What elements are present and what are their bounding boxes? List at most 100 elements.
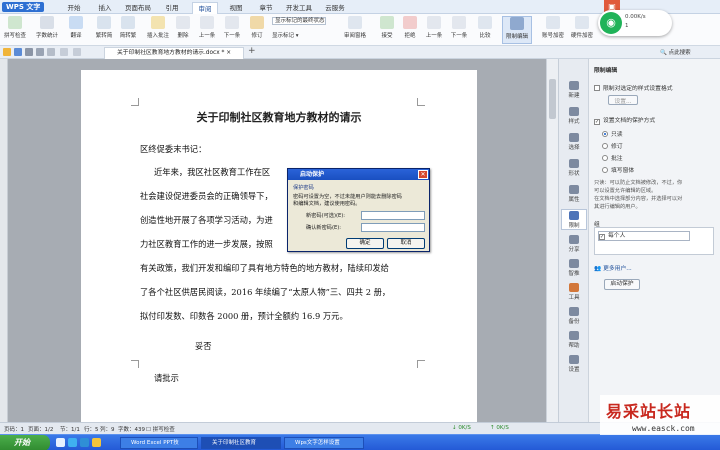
spellcheck-button[interactable]: 拼写检查 [3, 16, 27, 39]
mode-forms[interactable]: 填写窗体 [602, 165, 634, 174]
taskbar-item[interactable]: Wps文字怎样设置 [284, 437, 364, 449]
taskbar-item-active[interactable]: 关于印制社区教育 [201, 437, 281, 449]
comment-icon [151, 16, 165, 29]
mode-revisions[interactable]: 修订 [602, 141, 623, 150]
scroll-thumb[interactable] [549, 79, 556, 119]
markup-select[interactable]: 显示标记的最终状态 [272, 17, 326, 25]
checkbox[interactable] [594, 85, 600, 91]
sidebar-item-shapes[interactable]: 形状 [561, 159, 587, 177]
body-line: 力社区教育工作的进一步发展，按照 [140, 239, 273, 249]
undo-icon[interactable] [60, 48, 68, 56]
show-markup-button[interactable]: 显示标记 ▾ [272, 31, 299, 39]
translate-button[interactable]: 翻译 [66, 16, 86, 39]
tab-chapter[interactable]: 章节 [254, 2, 278, 14]
markup-select-value: 显示标记的最终状态 [272, 17, 326, 25]
format-restriction-option[interactable]: 限制对选定的样式设置格式 [594, 83, 673, 92]
sidebar-item-backup[interactable]: 备份 [561, 307, 587, 325]
tab-cloud[interactable]: 云服务 [320, 2, 350, 14]
wordcount-button[interactable]: 字数统计 [35, 16, 59, 39]
sidebar-item-select[interactable]: 选择 [561, 133, 587, 151]
sidebar-item-new[interactable]: 新建 [561, 81, 587, 99]
tab-review[interactable]: 审阅 [192, 2, 218, 14]
sidebar-item-settings[interactable]: 设置 [561, 355, 587, 373]
track-icon [250, 16, 264, 29]
start-protection-button[interactable]: 启动保护 [604, 279, 640, 290]
redo-icon[interactable] [73, 48, 81, 56]
insert-comment-button[interactable]: 插入批注 [146, 16, 170, 39]
network-speed-widget[interactable]: ◉ 0.00K/s 1 [598, 10, 672, 36]
protect-option[interactable]: ✓ 设置文档的保护方式 [594, 115, 655, 125]
restrict-editing-button[interactable]: 限制编辑 [502, 16, 532, 44]
prev-comment-button[interactable]: 上一条 [196, 16, 218, 39]
simp-to-trad-button[interactable]: 简转繁 [118, 16, 138, 39]
mode-readonly[interactable]: 只读 [602, 129, 623, 138]
checkbox-checked[interactable]: ✓ [599, 234, 605, 240]
open-folder-icon[interactable] [3, 48, 11, 56]
mode-comments[interactable]: 批注 [602, 153, 623, 162]
review-pane-button[interactable]: 审阅窗格 [341, 16, 369, 39]
start-button[interactable]: 开始 [0, 435, 50, 450]
tab-layout[interactable]: 页面布局 [122, 2, 154, 14]
account-encrypt-button[interactable]: 账号加密 [540, 16, 566, 39]
sidebar-item-styles[interactable]: 样式 [561, 107, 587, 125]
sidebar-item-smart[interactable]: 智推 [561, 259, 587, 277]
app-logo[interactable]: WPS 文字 [2, 2, 45, 12]
desktop-icon[interactable] [56, 438, 65, 447]
radio[interactable] [602, 143, 608, 149]
qq-icon[interactable] [80, 438, 89, 447]
sidebar-item-help[interactable]: 帮助 [561, 331, 587, 349]
tab-view[interactable]: 视图 [224, 2, 248, 14]
sidebar-item-restrict[interactable]: 限制 [561, 209, 587, 230]
next-comment-button[interactable]: 下一条 [221, 16, 243, 39]
browser-icon[interactable] [68, 438, 77, 447]
vertical-ruler [0, 59, 8, 422]
export-icon[interactable] [47, 48, 55, 56]
radio[interactable] [602, 155, 608, 161]
next-icon [225, 16, 239, 29]
mode-label: 修订 [611, 144, 623, 150]
spellcheck-status[interactable]: ☐ 拼写检查 [146, 425, 175, 433]
lock-icon [569, 211, 579, 220]
checkbox-checked[interactable]: ✓ [594, 119, 600, 125]
confirm-password-input[interactable] [361, 223, 425, 232]
radio-selected[interactable] [602, 131, 608, 137]
sidebar-item-properties[interactable]: 属性 [561, 185, 587, 203]
restrict-editing-label: 限制编辑 [505, 34, 528, 40]
prev-change-button[interactable]: 上一条 [423, 16, 445, 39]
preview-icon[interactable] [36, 48, 44, 56]
tab-insert[interactable]: 插入 [93, 2, 117, 14]
close-icon[interactable]: × [226, 50, 231, 56]
sidebar-item-tools[interactable]: 工具 [561, 283, 587, 301]
user-item-everyone[interactable]: ✓ 每个人 [598, 231, 690, 241]
hardware-encrypt-button[interactable]: 硬件加密 [569, 16, 595, 39]
compare-button[interactable]: 比较 [476, 16, 494, 39]
radio[interactable] [602, 167, 608, 173]
tab-developer[interactable]: 开发工具 [282, 2, 316, 14]
more-users-link[interactable]: 👥 更多用户... [594, 263, 632, 272]
sidebar-item-share[interactable]: 分享 [561, 235, 587, 253]
accept-button[interactable]: 接受 [378, 16, 396, 39]
track-changes-button[interactable]: 修订 [248, 16, 266, 39]
mode-label: 批注 [611, 156, 623, 162]
margin-corner [417, 360, 425, 368]
reject-button[interactable]: 拒绝 [401, 16, 419, 39]
trad-to-simp-button[interactable]: 繁转简 [94, 16, 114, 39]
save-icon[interactable] [14, 48, 22, 56]
search-icon[interactable]: 🔍 点此搜索 [660, 48, 691, 56]
taskbar-item[interactable]: Word Excel PPT技 [120, 437, 198, 449]
next-change-button[interactable]: 下一条 [448, 16, 470, 39]
vertical-scrollbar[interactable] [546, 59, 558, 422]
tab-home[interactable]: 开始 [62, 2, 86, 14]
new-tab-icon[interactable]: + [248, 46, 256, 56]
folder-icon[interactable] [92, 438, 101, 447]
ok-button[interactable]: 确定 [346, 238, 384, 249]
dialog-close-icon[interactable]: ✕ [418, 170, 428, 179]
delete-comment-button[interactable]: 删除 [175, 16, 191, 39]
settings-button[interactable]: 设置... [608, 95, 638, 105]
tab-references[interactable]: 引用 [160, 2, 184, 14]
print-icon[interactable] [25, 48, 33, 56]
dialog-section-title: 保护密码 [293, 185, 314, 191]
cancel-button[interactable]: 取消 [387, 238, 425, 249]
new-password-input[interactable] [361, 211, 425, 220]
document-tab[interactable]: 关于印制社区教育地方教材的请示.docx * × [104, 47, 244, 59]
